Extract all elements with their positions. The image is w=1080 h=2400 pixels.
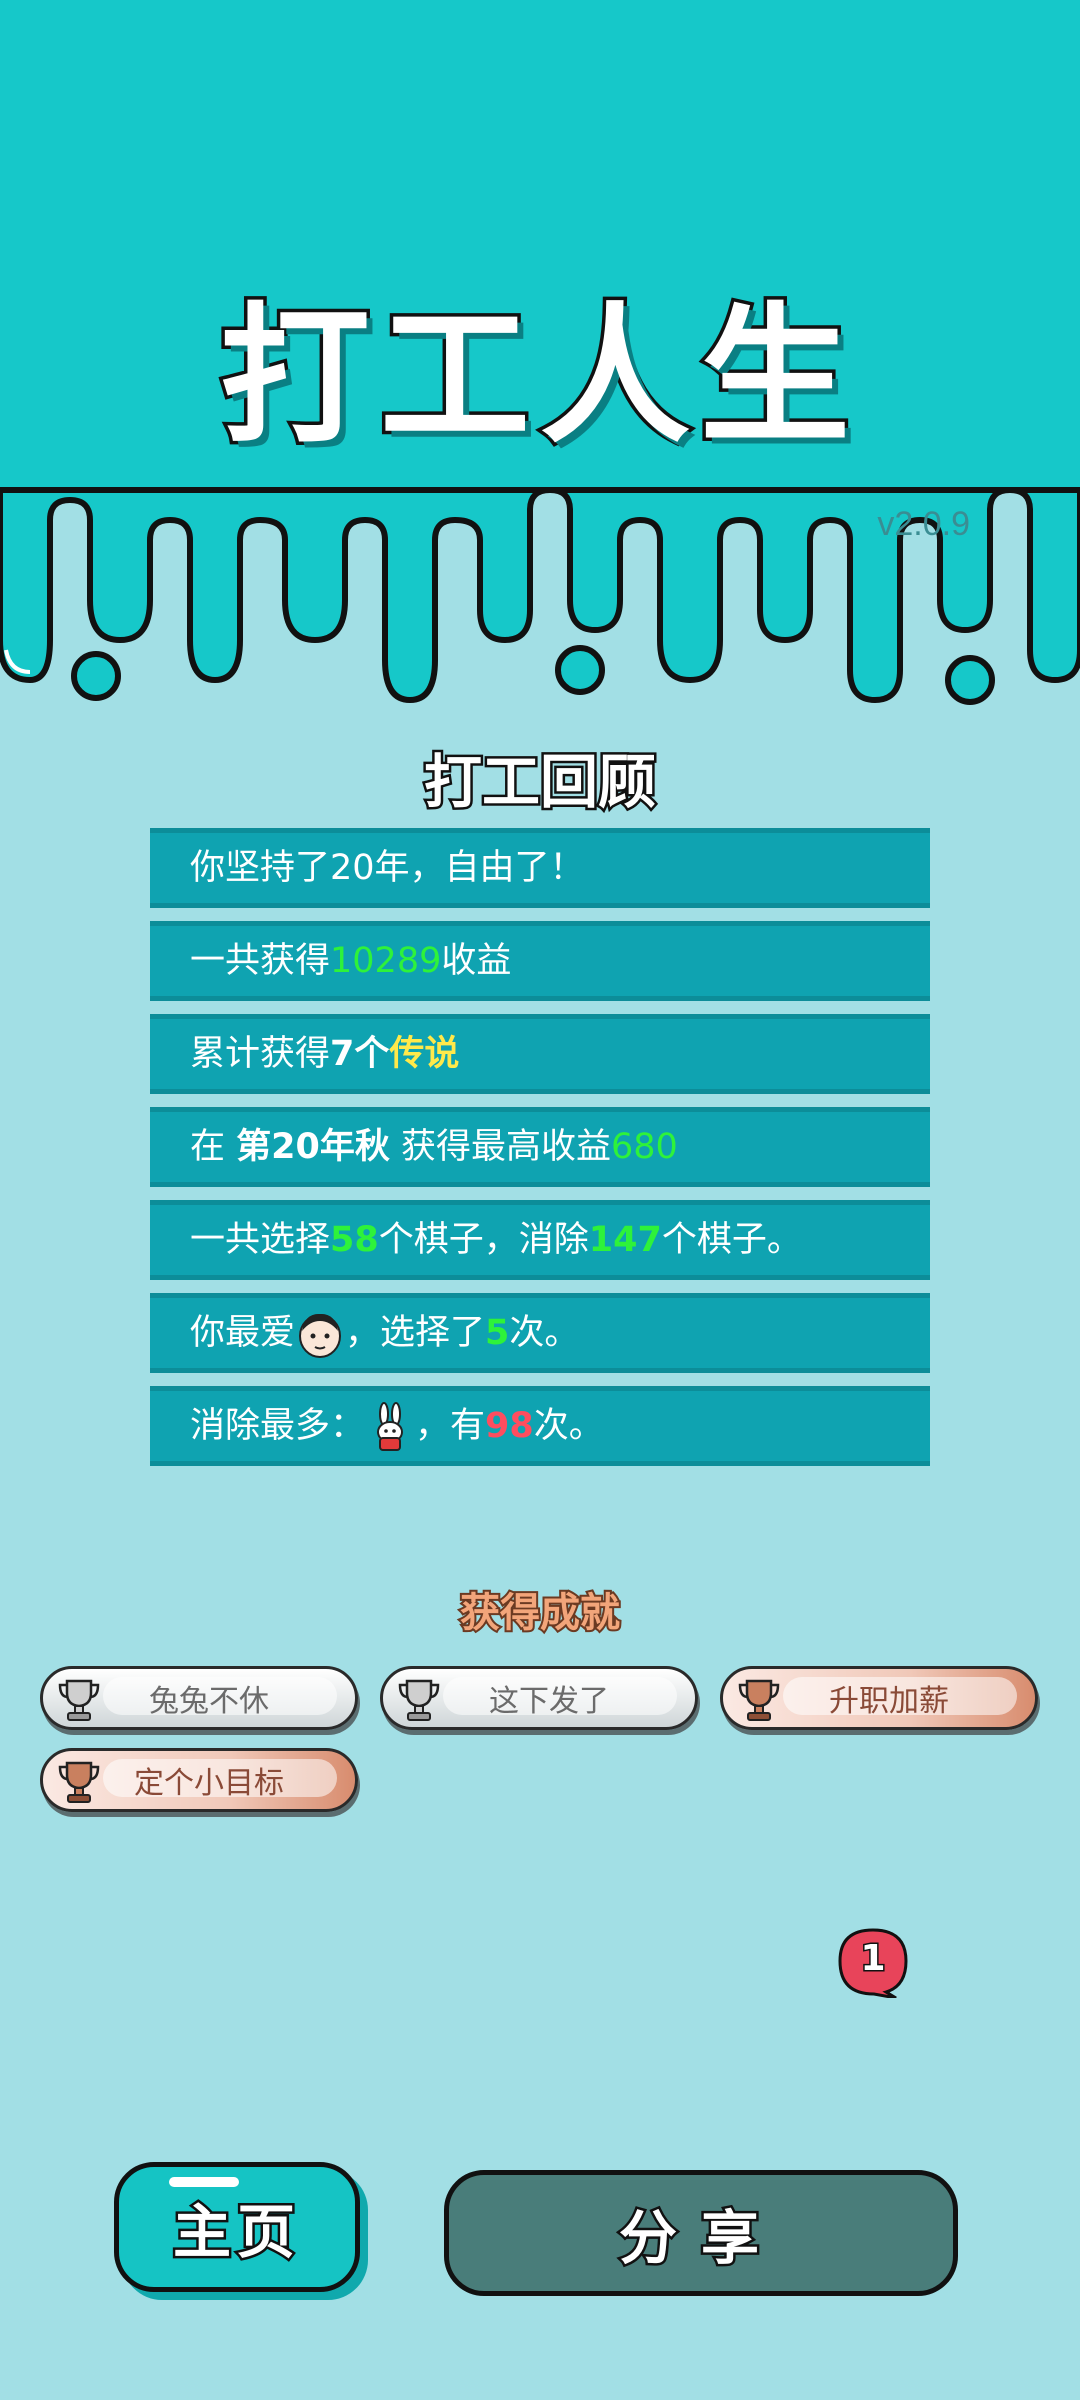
achievement-badge[interactable]: 定个小目标 xyxy=(40,1748,358,1812)
stat-text: ，有 xyxy=(415,1406,486,1446)
stat-row-best-season: 在 第20年秋 获得最高收益680 xyxy=(150,1107,930,1187)
stat-row-most-removed: 消除最多： ，有98次。 xyxy=(150,1386,930,1466)
achievement-badge[interactable]: 兔兔不休 xyxy=(40,1666,358,1730)
best-income-value: 680 xyxy=(611,1127,678,1167)
home-button[interactable]: 主页 xyxy=(114,2162,360,2292)
share-button[interactable]: 分享 xyxy=(444,2170,958,2296)
achievements-title: 获得成就 xyxy=(458,1588,622,1638)
stat-text: 你最爱 xyxy=(190,1313,296,1353)
income-value: 10289 xyxy=(330,941,442,981)
review-title: 打工回顾 xyxy=(421,746,658,819)
most-removed-count: 98 xyxy=(485,1406,534,1446)
pieces-removed: 147 xyxy=(588,1220,662,1260)
share-button-label: 分享 xyxy=(616,2202,783,2275)
achievement-label: 这下发了 xyxy=(489,1684,609,1719)
achievement-label: 定个小目标 xyxy=(134,1766,284,1801)
stat-row-pieces: 一共选择58个棋子，消除147个棋子。 xyxy=(150,1200,930,1280)
review-stats-list: 你坚持了20年，自由了！ 一共获得10289收益 累计获得7个传说 在 第20年… xyxy=(150,828,930,1479)
stat-text: 一共选择 xyxy=(190,1220,331,1260)
stat-text: 收益 xyxy=(441,941,512,981)
rabbit-icon xyxy=(377,1402,404,1451)
stat-text: 你坚持了20年，自由了！ xyxy=(190,848,585,888)
stat-text: 消除最多： xyxy=(190,1406,366,1446)
home-button-label: 主页 xyxy=(170,2196,301,2269)
legend-count: 7个 xyxy=(330,1034,390,1074)
stat-row-favorite: 你最爱 ，选择了5次。 xyxy=(150,1293,930,1373)
stat-text: 个棋子，消除 xyxy=(378,1220,589,1260)
stat-text: 累计获得 xyxy=(190,1034,331,1074)
stat-text: 在 xyxy=(190,1127,237,1167)
achievement-label: 升职加薪 xyxy=(829,1684,949,1719)
achievement-badge[interactable]: 这下发了 xyxy=(380,1666,698,1730)
stat-text: 获得最高收益 xyxy=(389,1127,611,1167)
notification-count: 1 xyxy=(859,1937,887,1981)
stat-text: 个棋子。 xyxy=(661,1220,802,1260)
best-season: 第20年秋 xyxy=(236,1127,390,1167)
stat-text: 次。 xyxy=(533,1406,604,1446)
stat-row-years: 你坚持了20年，自由了！ xyxy=(150,828,930,908)
stat-text: ，选择了 xyxy=(345,1313,486,1353)
stat-text: 次。 xyxy=(509,1313,580,1353)
pieces-chosen: 58 xyxy=(330,1220,379,1260)
achievement-badge[interactable]: 升职加薪 xyxy=(720,1666,1038,1730)
achievement-label: 兔兔不休 xyxy=(149,1684,269,1719)
version-label: v2.0.9 xyxy=(877,505,970,543)
favorite-count: 5 xyxy=(485,1313,510,1353)
stat-text: 一共获得 xyxy=(190,941,331,981)
stat-row-legend: 累计获得7个传说 xyxy=(150,1014,930,1094)
game-title: 打工人生 xyxy=(216,287,860,468)
man-face-icon xyxy=(299,1313,342,1358)
legend-label: 传说 xyxy=(389,1034,460,1074)
stat-row-income: 一共获得10289收益 xyxy=(150,921,930,1001)
